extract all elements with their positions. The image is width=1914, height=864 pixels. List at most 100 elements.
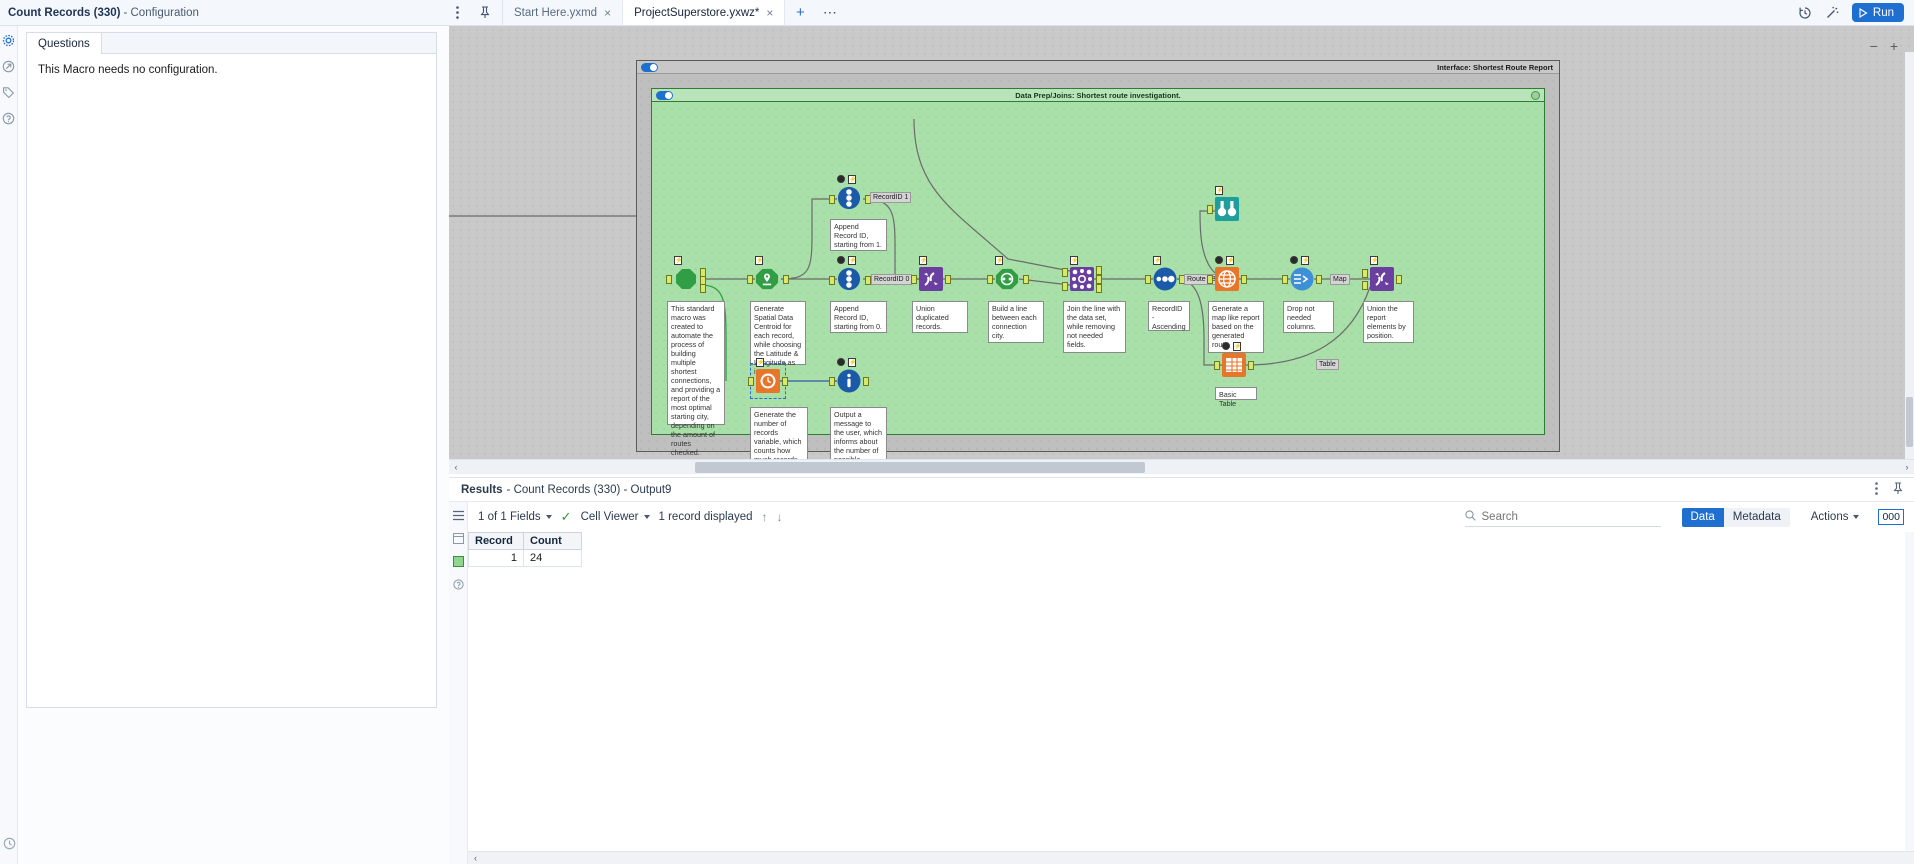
input-anchor[interactable] (1214, 361, 1220, 370)
input-anchor[interactable] (1207, 275, 1213, 284)
canvas-scroll-left-button[interactable]: ‹ (449, 462, 463, 472)
output-anchor[interactable] (1396, 275, 1402, 284)
cell-viewer-selector[interactable]: Cell Viewer (581, 511, 650, 523)
pin-icon[interactable] (478, 6, 492, 20)
canvas-horizontal-scrollbar[interactable]: ‹ › (449, 459, 1914, 474)
tab-project-superstore-close-icon[interactable]: × (766, 6, 773, 20)
column-header-record[interactable]: Record (468, 532, 524, 550)
node-macro-input[interactable]: ⚡ (666, 256, 706, 293)
node-union-report[interactable]: ⚡ (1362, 256, 1402, 291)
container-collapse-icon[interactable] (1531, 91, 1540, 100)
output-anchor-j[interactable] (1096, 275, 1102, 284)
arrow-up-icon[interactable]: ↑ (762, 510, 768, 524)
canvas-vertical-scrollbar[interactable] (1905, 52, 1914, 474)
node-union[interactable]: ⚡ (911, 256, 951, 291)
node-count-records[interactable]: ⚡ (748, 358, 788, 393)
pin-icon[interactable] (1892, 481, 1904, 498)
results-horizontal-scrollbar[interactable]: ‹ (468, 851, 1914, 864)
input-anchor[interactable] (1207, 205, 1213, 214)
canvas-scroll-track[interactable] (463, 460, 1900, 475)
input-anchor[interactable] (747, 275, 753, 284)
cell-record[interactable]: 1 (468, 549, 524, 567)
kebab-menu-icon[interactable] (1875, 481, 1878, 498)
output-anchor[interactable] (1316, 275, 1322, 284)
search-container[interactable] (1464, 508, 1661, 527)
input-anchor[interactable] (829, 195, 835, 204)
workflow-canvas[interactable]: − + Interface: Shortest Route Report Dat… (449, 26, 1914, 474)
output-anchor-l[interactable] (1096, 266, 1102, 275)
output-anchor[interactable] (1023, 275, 1029, 284)
canvas-scroll-right-button[interactable]: › (1900, 462, 1914, 472)
results-scroll-left-button[interactable]: ‹ (468, 853, 477, 863)
node-sort[interactable]: ⚡ (1145, 256, 1185, 291)
output-anchor[interactable] (1241, 275, 1247, 284)
node-browse[interactable]: ⚡ (1207, 186, 1239, 221)
help-circle-icon[interactable] (452, 579, 464, 590)
node-record-id-0[interactable]: ⚡ (829, 256, 871, 293)
node-record-id-1[interactable]: ⚡ (829, 175, 871, 212)
search-input[interactable] (1481, 510, 1632, 523)
list-view-icon[interactable] (452, 510, 464, 521)
output-anchor[interactable] (1248, 361, 1254, 370)
input-anchor-left[interactable] (1062, 268, 1068, 277)
kebab-menu-icon[interactable] (450, 6, 464, 20)
share-arrow-icon[interactable] (2, 60, 15, 73)
input-anchor[interactable] (911, 275, 917, 284)
input-anchor[interactable] (1145, 275, 1151, 284)
run-button[interactable]: Run (1851, 3, 1904, 22)
output-anchor[interactable] (782, 377, 788, 386)
actions-menu[interactable]: Actions (1811, 511, 1860, 523)
node-join[interactable]: ⚡ (1062, 256, 1102, 293)
tab-start-here[interactable]: Start Here.yxmd × (503, 0, 624, 25)
column-header-count[interactable]: Count (523, 532, 582, 550)
canvas-vertical-scroll-thumb[interactable] (1906, 397, 1913, 447)
output-anchor[interactable] (783, 275, 789, 284)
zoom-out-button[interactable]: − (1870, 38, 1878, 54)
input-anchor-b[interactable] (1362, 281, 1368, 290)
node-spatial-centroid[interactable]: ⚡ (747, 256, 789, 291)
output-anchor[interactable] (863, 377, 869, 386)
output-anchor[interactable] (945, 275, 951, 284)
arrow-down-icon[interactable]: ↓ (777, 510, 783, 524)
input-anchor[interactable] (987, 275, 993, 284)
input-anchor[interactable] (1282, 275, 1288, 284)
node-basic-table[interactable]: ⚡ (1214, 342, 1254, 377)
tab-data[interactable]: Data (1681, 507, 1724, 527)
tab-questions[interactable]: Questions (27, 33, 102, 54)
input-anchor[interactable] (829, 377, 835, 386)
row-count-badge[interactable]: 000 (1878, 509, 1904, 525)
tool-container-interface[interactable]: Interface: Shortest Route Report Data Pr… (636, 60, 1560, 474)
node-message[interactable]: ⚡ (829, 358, 869, 393)
magic-wand-icon[interactable] (1825, 6, 1839, 20)
node-report-map[interactable]: ⚡ (1207, 256, 1247, 291)
tag-icon[interactable] (2, 86, 15, 99)
more-tabs-icon[interactable]: ⋯ (815, 0, 845, 25)
history-clock-icon[interactable] (1798, 6, 1812, 20)
node-build-line[interactable]: ⚡ (987, 256, 1029, 291)
gear-icon[interactable] (2, 34, 15, 47)
input-anchor[interactable] (829, 276, 835, 285)
help-circle-icon[interactable] (2, 112, 15, 125)
cell-count[interactable]: 24 (523, 549, 582, 567)
results-grid[interactable]: Record Count 1 24 (468, 532, 582, 567)
columns-view-icon[interactable] (452, 533, 464, 544)
results-vertical-scrollbar[interactable] (1905, 532, 1914, 851)
tab-start-here-close-icon[interactable]: × (604, 6, 611, 20)
input-anchor[interactable] (748, 377, 754, 386)
canvas-scroll-thumb[interactable] (695, 461, 1145, 473)
tab-metadata[interactable]: Metadata (1723, 507, 1790, 527)
tab-project-superstore[interactable]: ProjectSuperstore.yxwz* × (623, 0, 786, 25)
node-select-drop[interactable]: ⚡ (1282, 256, 1322, 291)
container-toggle-interface[interactable] (641, 62, 658, 72)
input-anchor-a[interactable] (1362, 269, 1368, 278)
output-anchor-r[interactable] (1096, 284, 1102, 293)
output-anchor-c[interactable] (700, 284, 706, 293)
input-anchor-right[interactable] (1062, 282, 1068, 291)
green-square-icon[interactable] (452, 556, 464, 567)
clock-icon[interactable] (3, 837, 16, 850)
checkmark-icon[interactable]: ✓ (561, 509, 572, 525)
table-row[interactable]: 1 24 (468, 549, 582, 567)
fields-selector[interactable]: 1 of 1 Fields (478, 511, 552, 523)
tool-container-dataprep[interactable]: Data Prep/Joins: Shortest route investig… (651, 88, 1545, 474)
add-tab-button[interactable]: + (785, 0, 815, 25)
